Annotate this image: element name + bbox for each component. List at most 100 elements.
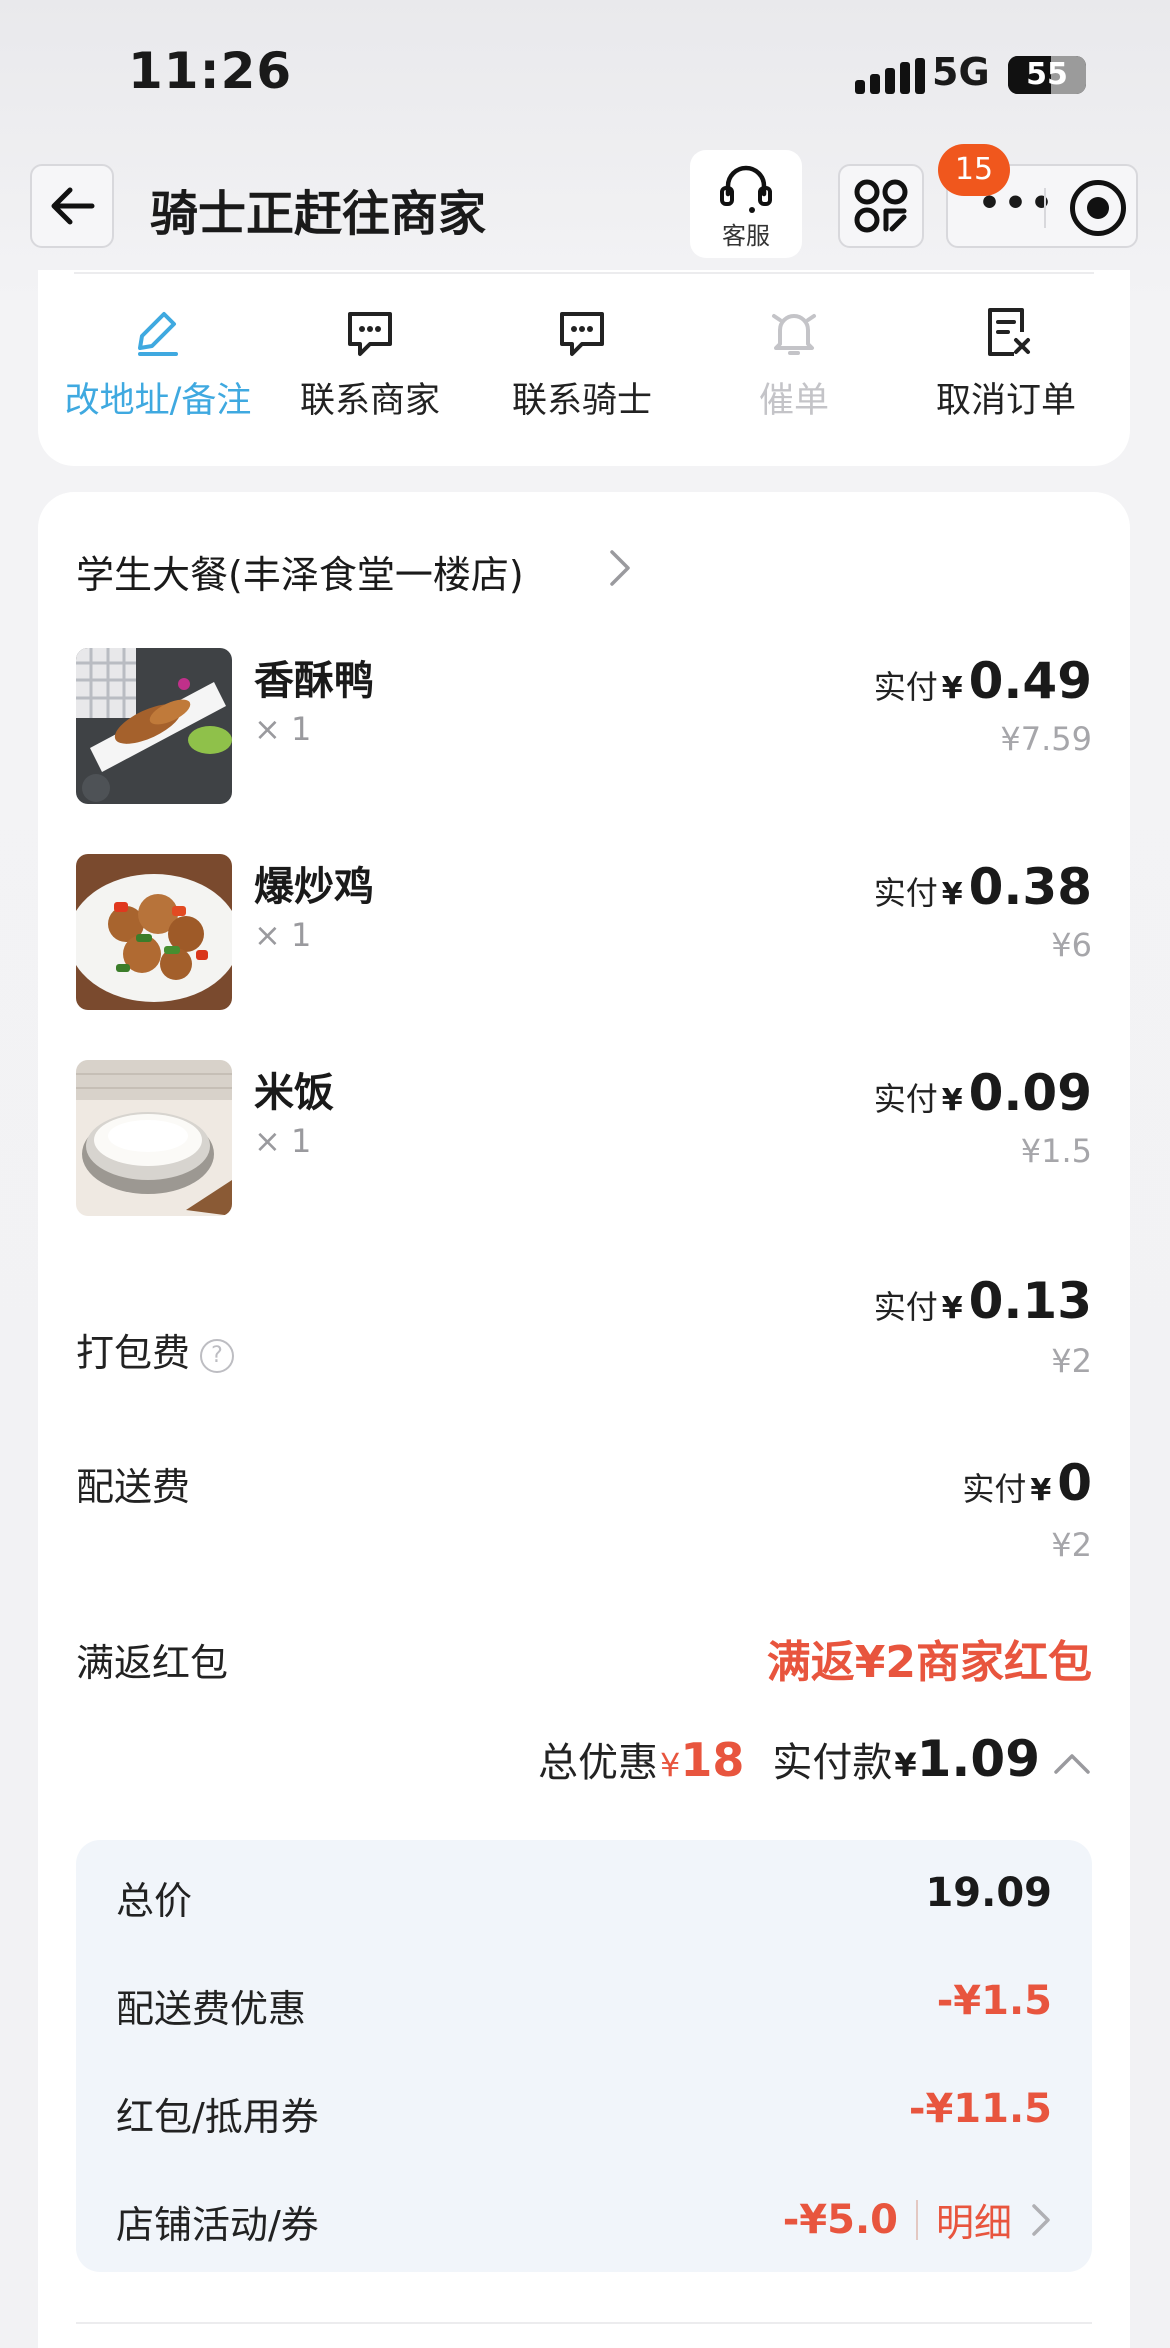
capsule-divider (1044, 188, 1046, 228)
page-title: 骑士正赶往商家 (150, 186, 487, 242)
total-discount-label: 总优惠 (537, 1740, 658, 1786)
order-items-card: 学生大餐(丰泽食堂一楼店) 香酥鸭 × 1 实付 ¥ 0.49 ¥7.59 爆炒… (38, 492, 1130, 2348)
close-target-icon[interactable] (1070, 180, 1126, 236)
packing-fee-paid: 实付 ¥ 0.13 (874, 1272, 1092, 1330)
item-name: 香酥鸭 (254, 658, 374, 704)
cancel-order-label: 取消订单 (935, 381, 1076, 421)
item-paid-price: 实付 ¥ 0.09 (874, 1064, 1092, 1122)
help-icon[interactable]: ? (200, 1338, 235, 1373)
original-price: ¥7.59 (1000, 720, 1092, 758)
packing-fee-label: 打包费? (76, 1322, 235, 1377)
chevron-right-icon (1032, 2203, 1050, 2236)
total-price-row: 总价 19.09 (116, 1860, 1052, 1930)
edit-icon (138, 312, 178, 356)
store-activity-details[interactable]: -¥5.0 明细 (783, 2192, 1052, 2247)
paid-amount: 0.13 (968, 1272, 1092, 1330)
urge-order-action[interactable]: 催单 (688, 302, 900, 423)
notification-badge: 15 (938, 144, 1010, 196)
currency-symbol: ¥ (941, 877, 963, 912)
item-quantity: × 1 (254, 710, 312, 748)
paid-amount: 0 (1057, 1454, 1092, 1512)
currency-symbol: ¥ (659, 1746, 681, 1784)
original-price: ¥1.5 (1020, 1132, 1092, 1170)
list-item[interactable]: 爆炒鸡 × 1 实付 ¥ 0.38 ¥6 (76, 854, 1092, 1014)
item-name: 爆炒鸡 (254, 864, 374, 910)
paid-label: 实付 (873, 668, 938, 706)
chevron-up-icon[interactable] (1052, 1752, 1092, 1776)
status-time: 11:26 (128, 42, 293, 100)
amount-paid-label: 实付款 (772, 1740, 893, 1786)
currency-symbol: ¥ (941, 671, 963, 706)
total-price-value: 19.09 (925, 1870, 1052, 1916)
price-detail-panel: 总价 19.09 配送费优惠 -¥1.5 红包/抵用券 -¥11.5 店铺活动/… (76, 1840, 1092, 2272)
redpack-value: 满返¥2商家红包 (766, 1637, 1092, 1688)
coupon-label: 红包/抵用券 (116, 2095, 319, 2139)
customer-service-label: 客服 (722, 222, 770, 250)
chat-icon (348, 312, 392, 356)
list-item[interactable]: 米饭 × 1 实付 ¥ 0.09 ¥1.5 (76, 1060, 1092, 1220)
contact-merchant-label: 联系商家 (299, 381, 440, 421)
store-activity-row: 店铺活动/券 -¥5.0 明细 (116, 2184, 1052, 2254)
packing-fee-row: 打包费? 实付 ¥ 0.13 ¥2 (76, 1272, 1092, 1402)
divider (76, 2322, 1092, 2324)
contact-rider-action[interactable]: 联系骑士 (476, 302, 688, 423)
dish-image-rice (76, 1060, 232, 1216)
store-activity-label: 店铺活动/券 (116, 2203, 319, 2247)
paid-amount: 0.09 (968, 1064, 1092, 1122)
store-name[interactable]: 学生大餐(丰泽食堂一楼店) (76, 544, 524, 599)
redpack-label: 满返红包 (76, 1641, 229, 1685)
headset-icon (720, 165, 772, 213)
redpack-row: 满返红包 满返¥2商家红包 (76, 1626, 1092, 1696)
currency-symbol: ¥ (941, 1083, 963, 1118)
delivery-fee-paid: 实付 ¥ 0 (962, 1454, 1092, 1512)
back-button[interactable] (30, 164, 114, 248)
battery-level: 55 (1026, 57, 1068, 92)
chevron-right-icon[interactable] (608, 548, 632, 588)
delivery-fee-label: 配送费 (76, 1465, 191, 1509)
item-name: 米饭 (254, 1070, 334, 1116)
paid-amount: 0.49 (968, 652, 1092, 710)
dish-image-crispy-duck (76, 648, 232, 804)
order-actions-card: 改地址/备注 联系商家 联系骑士 催单 取消订单 (38, 270, 1130, 466)
qr-code-button[interactable] (838, 164, 924, 248)
cancel-order-icon (988, 308, 1030, 356)
status-bar: 11:26 5G 55 (0, 0, 1170, 150)
delivery-discount-label: 配送费优惠 (116, 1987, 307, 2031)
network-type: 5G (932, 50, 990, 94)
paid-label: 实付 (873, 1080, 938, 1118)
paid-label: 实付 (873, 1288, 938, 1326)
item-paid-price: 实付 ¥ 0.38 (874, 858, 1092, 916)
cancel-order-action[interactable]: 取消订单 (900, 302, 1112, 423)
qr-code-icon (854, 179, 908, 233)
edit-address-action[interactable]: 改地址/备注 (52, 302, 264, 423)
list-item[interactable]: 香酥鸭 × 1 实付 ¥ 0.49 ¥7.59 (76, 648, 1092, 808)
signal-icon (855, 58, 925, 94)
amount-paid: 1.09 (916, 1730, 1040, 1788)
paid-amount: 0.38 (968, 858, 1092, 916)
currency-symbol: ¥ (941, 1291, 963, 1326)
battery-icon: 55 (1008, 56, 1086, 94)
item-quantity: × 1 (254, 1122, 312, 1160)
price-summary[interactable]: 总优惠 ¥ 18 实付款 ¥ 1.09 (538, 1730, 1092, 1788)
details-link[interactable]: 明细 (936, 2192, 1012, 2247)
coupon-row: 红包/抵用券 -¥11.5 (116, 2076, 1052, 2146)
delivery-discount-row: 配送费优惠 -¥1.5 (116, 1968, 1052, 2038)
chat-icon (560, 312, 604, 356)
store-activity-value: -¥5.0 (782, 2196, 898, 2243)
order-detail-page: 11:26 5G 55 骑士正赶往商家 客服 ••• 15 改地址/备注 联系商… (0, 0, 1170, 2348)
arrow-left-icon (51, 187, 95, 225)
bell-icon (772, 314, 816, 355)
divider (74, 272, 1094, 274)
paid-label: 实付 (873, 874, 938, 912)
coupon-value: -¥11.5 (908, 2086, 1052, 2132)
original-price: ¥2 (1051, 1526, 1092, 1564)
total-price-label: 总价 (116, 1879, 193, 1923)
contact-merchant-action[interactable]: 联系商家 (264, 302, 476, 423)
contact-rider-label: 联系骑士 (511, 381, 652, 421)
divider (915, 2199, 918, 2240)
packing-fee-text: 打包费 (76, 1331, 191, 1375)
item-paid-price: 实付 ¥ 0.49 (874, 652, 1092, 710)
urge-order-label: 催单 (758, 381, 829, 421)
customer-service-button[interactable]: 客服 (690, 150, 802, 258)
total-discount-amount: 18 (680, 1733, 745, 1787)
